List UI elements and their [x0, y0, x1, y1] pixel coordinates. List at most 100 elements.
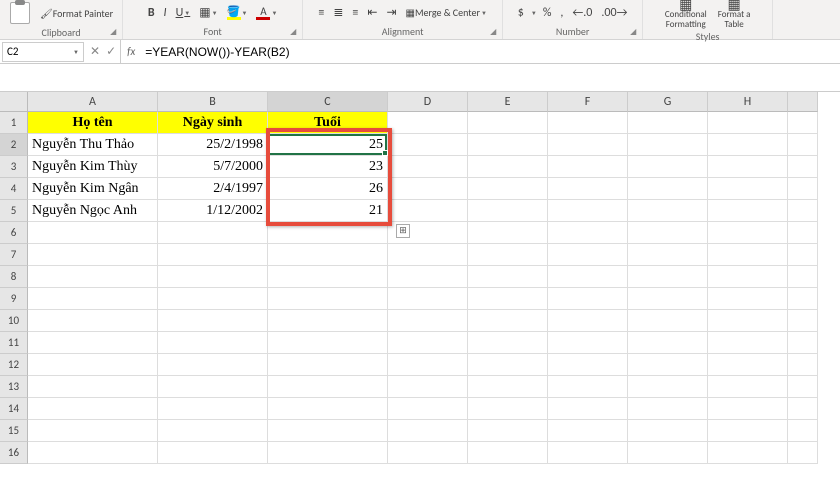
cell-D14[interactable]	[388, 398, 468, 420]
cell-H5[interactable]	[708, 200, 788, 222]
cell-C6[interactable]	[268, 222, 388, 244]
cell-B1[interactable]: Ngày sinh	[158, 112, 268, 134]
cell-B14[interactable]	[158, 398, 268, 420]
row-header-13[interactable]: 13	[0, 376, 28, 398]
cell-D12[interactable]	[388, 354, 468, 376]
column-header-F[interactable]: F	[548, 92, 628, 112]
cancel-icon[interactable]: ✕	[90, 44, 100, 59]
cell-A16[interactable]	[28, 442, 158, 464]
cell-D11[interactable]	[388, 332, 468, 354]
cell-F5[interactable]	[548, 200, 628, 222]
decimal-dec-button[interactable]: .00→	[598, 4, 630, 22]
cell-F11[interactable]	[548, 332, 628, 354]
row-header-10[interactable]: 10	[0, 310, 28, 332]
column-header-tail[interactable]	[788, 92, 818, 112]
cell-E1[interactable]	[468, 112, 548, 134]
cell-C1[interactable]: Tuổi	[268, 112, 388, 134]
cell-tail-9[interactable]	[788, 288, 818, 310]
conditional-formatting-button[interactable]: ▦ Conditional Formatting	[661, 0, 711, 30]
row-header-6[interactable]: 6	[0, 222, 28, 244]
format-table-button[interactable]: ▦ Format a Table	[714, 0, 755, 30]
cell-D2[interactable]	[388, 134, 468, 156]
cell-B3[interactable]: 5/7/2000	[158, 156, 268, 178]
clipboard-launcher-icon[interactable]: ◢	[110, 27, 120, 37]
cell-E16[interactable]	[468, 442, 548, 464]
column-header-B[interactable]: B	[158, 92, 268, 112]
cell-H15[interactable]	[708, 420, 788, 442]
cell-G6[interactable]	[628, 222, 708, 244]
row-header-4[interactable]: 4	[0, 178, 28, 200]
align-right-button[interactable]: ≡	[349, 4, 361, 22]
cell-H14[interactable]	[708, 398, 788, 420]
cell-A8[interactable]	[28, 266, 158, 288]
fx-icon[interactable]: fx	[121, 45, 141, 58]
cell-A5[interactable]: Nguyễn Ngọc Anh	[28, 200, 158, 222]
cell-H12[interactable]	[708, 354, 788, 376]
cell-A14[interactable]	[28, 398, 158, 420]
number-launcher-icon[interactable]: ◢	[630, 27, 640, 37]
cell-G8[interactable]	[628, 266, 708, 288]
row-header-5[interactable]: 5	[0, 200, 28, 222]
cell-G7[interactable]	[628, 244, 708, 266]
cell-H4[interactable]	[708, 178, 788, 200]
cell-C9[interactable]	[268, 288, 388, 310]
cell-F14[interactable]	[548, 398, 628, 420]
cell-C13[interactable]	[268, 376, 388, 398]
row-header-15[interactable]: 15	[0, 420, 28, 442]
cell-A4[interactable]: Nguyễn Kim Ngân	[28, 178, 158, 200]
cell-G16[interactable]	[628, 442, 708, 464]
cell-G5[interactable]	[628, 200, 708, 222]
row-header-2[interactable]: 2	[0, 134, 28, 156]
cell-C16[interactable]	[268, 442, 388, 464]
font-launcher-icon[interactable]: ◢	[290, 27, 300, 37]
grid[interactable]: Họ tênNgày sinhTuổiNguyễn Thu Thảo25/2/1…	[28, 112, 818, 464]
cell-B16[interactable]	[158, 442, 268, 464]
cell-C2[interactable]: 25	[268, 134, 388, 156]
cell-H2[interactable]	[708, 134, 788, 156]
cell-B8[interactable]	[158, 266, 268, 288]
column-header-E[interactable]: E	[468, 92, 548, 112]
cell-H11[interactable]	[708, 332, 788, 354]
cell-tail-14[interactable]	[788, 398, 818, 420]
cell-C11[interactable]	[268, 332, 388, 354]
cell-E8[interactable]	[468, 266, 548, 288]
cell-H7[interactable]	[708, 244, 788, 266]
cell-B13[interactable]	[158, 376, 268, 398]
column-header-G[interactable]: G	[628, 92, 708, 112]
cell-F1[interactable]	[548, 112, 628, 134]
cell-C3[interactable]: 23	[268, 156, 388, 178]
row-header-11[interactable]: 11	[0, 332, 28, 354]
cell-H10[interactable]	[708, 310, 788, 332]
cell-G9[interactable]	[628, 288, 708, 310]
cell-tail-16[interactable]	[788, 442, 818, 464]
cell-H9[interactable]	[708, 288, 788, 310]
cell-G1[interactable]	[628, 112, 708, 134]
cell-H8[interactable]	[708, 266, 788, 288]
cell-D13[interactable]	[388, 376, 468, 398]
cell-H3[interactable]	[708, 156, 788, 178]
cell-A12[interactable]	[28, 354, 158, 376]
cell-C10[interactable]	[268, 310, 388, 332]
cell-G3[interactable]	[628, 156, 708, 178]
cell-F16[interactable]	[548, 442, 628, 464]
cell-C12[interactable]	[268, 354, 388, 376]
formula-input[interactable]	[141, 40, 840, 63]
cell-D10[interactable]	[388, 310, 468, 332]
cell-A13[interactable]	[28, 376, 158, 398]
cell-tail-2[interactable]	[788, 134, 818, 156]
cell-B11[interactable]	[158, 332, 268, 354]
cell-B4[interactable]: 2/4/1997	[158, 178, 268, 200]
cell-G14[interactable]	[628, 398, 708, 420]
row-header-14[interactable]: 14	[0, 398, 28, 420]
cell-G12[interactable]	[628, 354, 708, 376]
cell-G4[interactable]	[628, 178, 708, 200]
cell-E3[interactable]	[468, 156, 548, 178]
cell-C4[interactable]: 26	[268, 178, 388, 200]
merge-center-button[interactable]: ▦ Merge & Center▼	[403, 4, 490, 21]
cell-B7[interactable]	[158, 244, 268, 266]
row-header-1[interactable]: 1	[0, 112, 28, 134]
cell-D1[interactable]	[388, 112, 468, 134]
column-header-D[interactable]: D	[388, 92, 468, 112]
column-header-H[interactable]: H	[708, 92, 788, 112]
cell-H16[interactable]	[708, 442, 788, 464]
